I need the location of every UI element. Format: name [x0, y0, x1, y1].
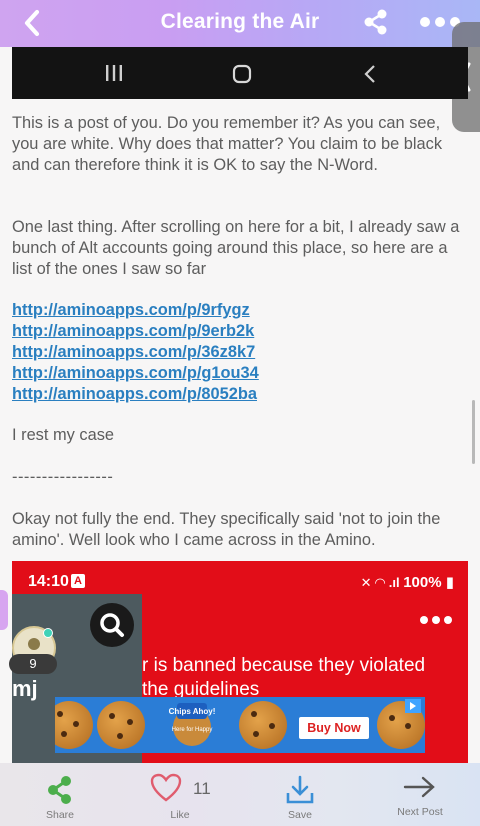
nav-back-icon — [364, 65, 375, 83]
post-paragraph: One last thing. After scrolling on here … — [12, 218, 460, 278]
cookie-image — [55, 701, 93, 749]
post-paragraph: Okay not fully the end. They specificall… — [12, 510, 441, 549]
svg-text:Chips Ahoy!: Chips Ahoy! — [169, 707, 216, 716]
post-paragraph: I rest my case — [12, 426, 115, 444]
buy-now-button[interactable]: Buy Now — [299, 717, 369, 739]
save-action[interactable]: Save — [270, 763, 330, 826]
battery-icon: ▮ — [441, 574, 454, 591]
arrow-right-icon — [403, 776, 435, 798]
screenshot-time: 14:10 — [28, 573, 69, 590]
like-label: Like — [170, 809, 190, 821]
post-divider: ----------------- — [12, 468, 114, 486]
cookie-image — [239, 701, 287, 749]
screenshot-side-text: mj — [12, 676, 38, 701]
page-title: Clearing the Air — [160, 10, 320, 33]
ad-info-icon[interactable] — [405, 699, 421, 713]
left-drawer-handle[interactable] — [0, 590, 8, 630]
notification-count-badge[interactable]: 9 — [9, 654, 57, 674]
download-icon — [286, 775, 314, 804]
next-post-label: Next Post — [397, 806, 443, 818]
top-app-bar: Clearing the Air — [0, 0, 480, 47]
battery-percent: 100% — [403, 574, 442, 591]
more-horizontal-icon — [420, 616, 452, 624]
save-label: Save — [288, 809, 312, 821]
search-icon — [90, 603, 134, 647]
recent-apps-icon — [106, 65, 122, 81]
post-link[interactable]: http://aminoapps.com/p/9rfygz — [12, 300, 250, 321]
share-icon — [48, 776, 71, 804]
embedded-image-navbar — [12, 47, 468, 99]
share-action[interactable]: Share — [30, 763, 90, 826]
heart-icon — [150, 773, 182, 802]
screenshot-status: ✕ ◠ .ıl 100% ▮ — [361, 573, 454, 591]
share-icon — [364, 9, 387, 35]
next-post-action[interactable]: Next Post — [385, 763, 455, 826]
share-button[interactable] — [362, 8, 390, 36]
scrollbar[interactable] — [472, 400, 475, 464]
screenshot-badge: A — [71, 574, 85, 588]
post-paragraph: This is a post of you. Do you remember i… — [12, 114, 443, 174]
online-status-dot — [43, 628, 53, 638]
cookie-image — [97, 701, 145, 749]
ad-banner[interactable]: Chips Ahoy! Here for Happy Buy Now — [55, 697, 425, 753]
home-icon — [232, 64, 252, 84]
svg-text:Here for Happy: Here for Happy — [172, 727, 213, 733]
post-link[interactable]: http://aminoapps.com/p/36z8k7 — [12, 342, 255, 363]
screenshot-message: r is banned because they violated the gu… — [142, 654, 468, 702]
like-count: 11 — [193, 779, 211, 798]
post-link[interactable]: http://aminoapps.com/p/g1ou34 — [12, 363, 259, 384]
bottom-action-bar: Share Like 11 Save Next Post — [0, 763, 480, 826]
post-link[interactable]: http://aminoapps.com/p/8052ba — [12, 384, 257, 405]
brand-logo: Chips Ahoy! Here for Happy — [167, 701, 217, 747]
share-label: Share — [45, 809, 75, 821]
mute-wifi-signal-icon: ✕ ◠ .ıl — [360, 575, 404, 590]
message-line: r is banned because they violated — [142, 655, 426, 676]
dot — [435, 17, 445, 27]
post-link[interactable]: http://aminoapps.com/p/9erb2k — [12, 321, 254, 342]
more-horizontal-icon — [420, 17, 430, 27]
